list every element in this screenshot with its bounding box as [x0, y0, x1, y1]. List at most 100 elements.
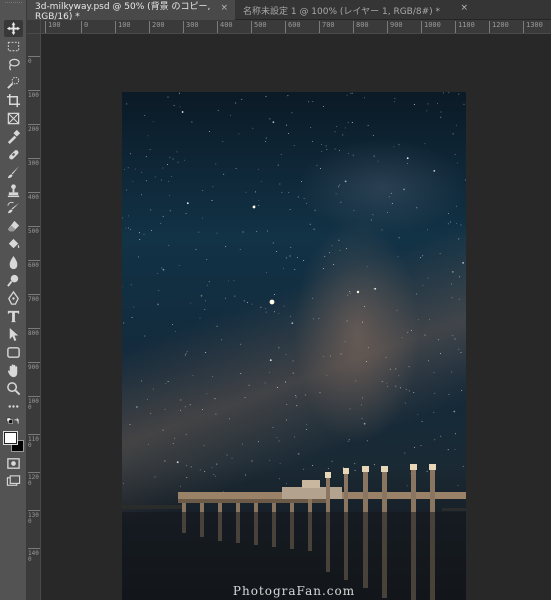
move-tool-icon[interactable]: [4, 20, 23, 37]
star: [162, 429, 164, 431]
pen-tool-icon[interactable]: [4, 290, 23, 307]
eyedropper-tool-icon[interactable]: [4, 128, 23, 145]
document-canvas[interactable]: PhotograFan.com: [122, 92, 466, 600]
star: [150, 412, 152, 414]
lasso-tool-icon[interactable]: [4, 56, 23, 73]
star: [162, 167, 164, 169]
star: [251, 303, 253, 305]
document-tab-untitled-1[interactable]: 名称未設定 1 @ 100% (レイヤー 1, RGB/8#) * ×: [235, 0, 475, 20]
star: [162, 215, 164, 217]
hand-tool-icon[interactable]: [4, 362, 23, 379]
star: [413, 391, 415, 393]
star: [338, 239, 340, 241]
swap-colors-icon[interactable]: [4, 416, 23, 433]
star: [279, 462, 281, 464]
star: [321, 143, 323, 145]
star: [180, 399, 182, 401]
star: [148, 443, 149, 445]
star: [175, 330, 176, 332]
star: [306, 203, 308, 205]
document-tab-3d-milkyway[interactable]: 3d-milkyway.psd @ 50% (背景 のコピー, RGB/16) …: [27, 0, 235, 22]
quick-mask-icon[interactable]: [4, 455, 23, 472]
eraser-tool-icon[interactable]: [4, 218, 23, 235]
star: [456, 162, 458, 164]
star: [165, 382, 167, 384]
star: [395, 385, 397, 387]
ruler-label: 900: [28, 362, 40, 371]
star: [276, 387, 278, 388]
history-brush-tool-icon[interactable]: [4, 200, 23, 217]
star: [204, 352, 206, 353]
star: [139, 232, 140, 234]
star: [294, 269, 296, 271]
star: [348, 439, 350, 441]
dodge-tool-icon[interactable]: [4, 272, 23, 289]
screen-mode-icon[interactable]: [4, 473, 23, 490]
type-tool-icon[interactable]: [4, 308, 23, 325]
star: [195, 248, 197, 250]
clone-stamp-tool-icon[interactable]: [4, 182, 23, 199]
ruler-label: 800: [353, 21, 369, 33]
star: [347, 122, 349, 124]
rectangle-tool-icon[interactable]: [4, 344, 23, 361]
star: [168, 244, 170, 246]
star: [164, 460, 166, 462]
star: [422, 284, 424, 286]
frame-tool-icon[interactable]: [4, 110, 23, 127]
close-tab-icon[interactable]: ×: [220, 3, 228, 13]
star: [464, 179, 466, 181]
blur-tool-icon[interactable]: [4, 254, 23, 271]
star: [292, 360, 294, 362]
canvas-workspace[interactable]: PhotograFan.com: [41, 35, 551, 600]
quick-selection-tool-icon[interactable]: [4, 74, 23, 91]
star: [460, 224, 462, 226]
star: [463, 103, 465, 105]
crop-tool-icon[interactable]: [4, 92, 23, 109]
horizontal-ruler[interactable]: 100 0 100 200 300 400 500 600 700 800 90…: [41, 20, 551, 34]
star: [281, 192, 283, 193]
star: [285, 483, 287, 485]
star: [373, 155, 375, 157]
star: [424, 334, 426, 336]
healing-brush-tool-icon[interactable]: [4, 146, 23, 163]
marquee-tool-icon[interactable]: [4, 38, 23, 55]
star: [260, 180, 262, 182]
paint-bucket-tool-icon[interactable]: [4, 236, 23, 253]
star: [434, 392, 436, 394]
star: [349, 291, 351, 292]
star: [391, 203, 393, 205]
edit-toolbar-icon[interactable]: [4, 398, 23, 415]
star: [429, 318, 431, 320]
ruler-origin[interactable]: [27, 20, 41, 34]
star: [215, 163, 217, 165]
star: [319, 168, 321, 170]
foreground-color-swatch[interactable]: [3, 431, 18, 445]
star: [457, 485, 459, 486]
vertical-ruler[interactable]: 0 100 200 300 400 500 600 700 800 900 10…: [27, 34, 41, 600]
star: [352, 154, 354, 156]
star: [461, 390, 463, 391]
ruler-label: 700: [319, 21, 335, 33]
color-swatches[interactable]: [3, 431, 25, 452]
ruler-label: 100: [45, 21, 61, 33]
close-tab-icon[interactable]: ×: [460, 3, 468, 13]
path-selection-tool-icon[interactable]: [4, 326, 23, 343]
star: [303, 468, 305, 470]
star: [152, 121, 154, 123]
star: [203, 445, 205, 447]
star: [169, 156, 171, 158]
zoom-tool-icon[interactable]: [4, 380, 23, 397]
star: [279, 183, 281, 185]
star: [419, 257, 421, 259]
star: [183, 159, 185, 161]
star: [440, 111, 442, 113]
brush-tool-icon[interactable]: [4, 164, 23, 181]
star: [448, 92, 450, 94]
star: [122, 482, 124, 484]
panel-grip[interactable]: [5, 2, 22, 5]
star: [292, 372, 294, 374]
star: [411, 329, 412, 331]
star: [387, 211, 388, 213]
star: [414, 447, 415, 449]
star: [215, 475, 216, 477]
